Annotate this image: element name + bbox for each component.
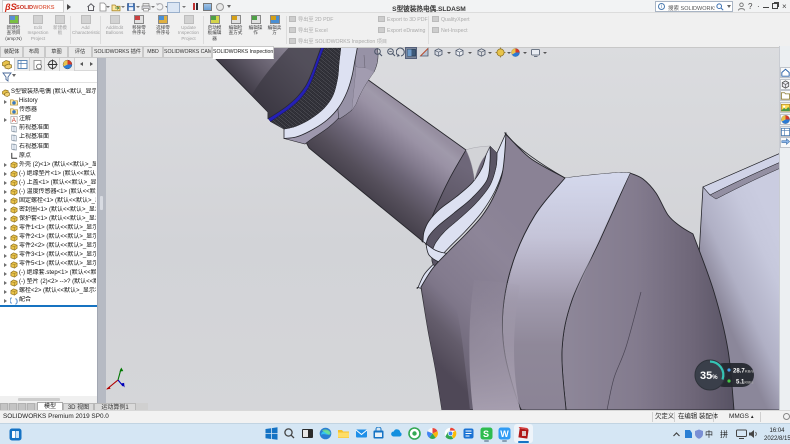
svg-text:βS: βS bbox=[4, 2, 17, 12]
svg-text:W: W bbox=[500, 429, 509, 439]
svg-text:S: S bbox=[483, 429, 489, 439]
svg-text:SOLIDWORKS: SOLIDWORKS bbox=[16, 5, 55, 11]
